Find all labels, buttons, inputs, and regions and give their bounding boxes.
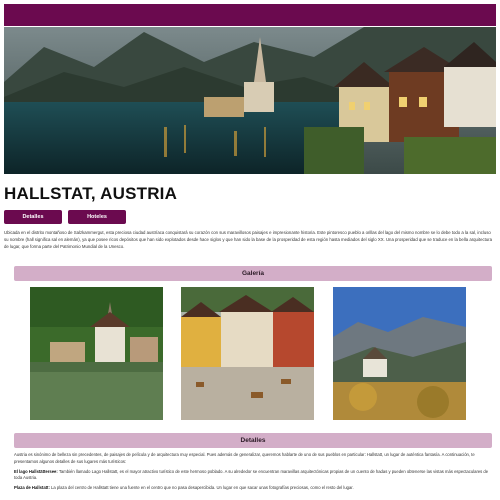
detail-item: Plaza de Hallstatt: La plaza del centro … [14, 485, 492, 492]
tab-detalles[interactable]: Detalles [4, 210, 62, 224]
detail-item: El lago Hallstättersee: También llamado … [14, 469, 492, 483]
tab-hoteles[interactable]: Hoteles [68, 210, 126, 224]
gallery-image-church[interactable] [30, 287, 163, 420]
top-banner [4, 4, 496, 26]
hero-image [4, 27, 496, 174]
detail-item-text: La plaza del centro de Hallstatt tiene u… [49, 485, 354, 491]
gallery-header: Galería [14, 266, 492, 281]
details-section: Austria es sinónimo de belleza sin prece… [14, 452, 492, 495]
gallery-image-mountains[interactable] [333, 287, 466, 420]
details-header: Detalles [14, 433, 492, 448]
detail-item-text: También llamado Lago Hallstatt, es el ma… [14, 468, 489, 481]
gallery-image-square[interactable] [181, 287, 314, 420]
details-paragraph: Austria es sinónimo de belleza sin prece… [14, 452, 475, 464]
detail-item-label: Plaza de Hallstatt: [14, 485, 50, 491]
page-title: HALLSTAT, AUSTRIA [4, 184, 178, 203]
intro-text: Ubicada en el distrito montañoso de Salz… [4, 230, 493, 249]
detail-item-label: El lago Hallstättersee: [14, 468, 58, 474]
tab-bar: Detalles Hoteles [4, 210, 126, 224]
